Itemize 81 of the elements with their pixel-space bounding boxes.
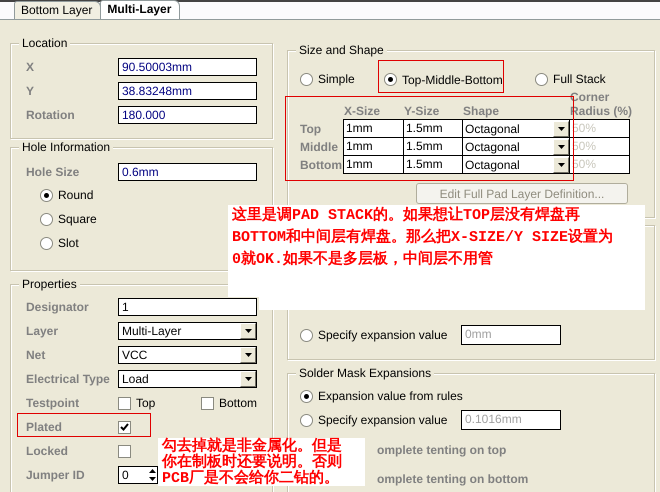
caret-icon [244,329,252,333]
dropdown-button[interactable] [240,371,256,387]
input-field[interactable]: 90.50003mm [118,58,257,76]
caret-icon [558,162,564,166]
field-label: Layer [26,324,60,338]
row-label: Top [300,121,322,137]
annotation-note: 勾去掉就是非金属化。但是 你在制板时还要说明。否则 PCB厂是不会给你二钻的。 [158,438,365,486]
field-label: X [26,60,36,74]
checkbox-label: omplete tenting on top [377,442,508,459]
radio-option[interactable]: Top-Middle-Bottom [384,72,503,88]
dropdown-button[interactable] [553,120,569,136]
field-label: Plated [26,420,64,434]
check-icon [120,423,129,431]
row-label: Middle [300,139,339,155]
checkbox[interactable] [118,396,131,410]
field-label: Electrical Type [26,372,111,386]
column-header: Y-Size [403,104,440,118]
dropdown-field[interactable]: Multi-Layer [118,322,257,340]
radio-option[interactable]: Full Stack [535,71,606,87]
input-field[interactable]: 0.6mm [118,163,257,181]
caret-icon [244,377,252,381]
field-label: Testpoint [26,396,80,410]
table-cell[interactable]: 1.5mm [403,155,462,173]
radio-button[interactable] [40,212,53,226]
annotation-note: 这里是调PAD STACK的。如果想让TOP层没有焊盘再 BOTTOM和中间层有焊盘。那么把X-SIZE/Y SIZE设置为 0就OK.如果不是多层板，中间层不用管 [228,205,645,297]
radio-button[interactable] [300,72,313,86]
radio-option[interactable]: Round [40,187,94,203]
radio-button[interactable] [40,236,53,250]
checkbox[interactable] [118,420,131,434]
dropdown-button[interactable] [553,138,569,154]
radio-button[interactable] [40,188,53,202]
radio-button[interactable] [384,73,397,86]
column-header: X-Size [343,104,382,118]
checkbox-label: Top [136,396,156,410]
spinner-field[interactable]: 0 [118,466,158,484]
field-label: Designator [26,300,90,314]
input-field[interactable]: 1 [118,298,257,316]
input-field[interactable]: 38.83248mm [118,82,257,100]
checkbox-label: omplete tenting on bottom [377,471,530,488]
input-field[interactable]: 180.000 [118,106,257,124]
field-label: Hole Size [26,165,80,179]
dropdown-field[interactable]: Octagonal [462,119,569,137]
caret-icon [558,126,564,130]
radio-option[interactable]: Square [40,211,97,227]
dropdown-field[interactable]: Load [118,370,257,388]
field-label: Rotation [26,108,76,122]
table-cell[interactable]: 1mm [343,137,403,155]
group-title: Properties [19,277,80,291]
row-label: Bottom [300,157,343,173]
field-label: Locked [26,444,70,458]
checkbox[interactable] [201,396,214,410]
group-title: Hole Information [19,140,114,154]
group-title: Size and Shape [296,43,387,57]
dropdown-button[interactable] [240,347,256,363]
radio-option[interactable]: Simple [300,71,355,87]
radio-button[interactable] [300,390,313,402]
table-cell[interactable]: 1mm [343,155,403,173]
group-title: Location [19,36,70,50]
radio-option[interactable]: Expansion value from rules [300,388,461,404]
field-label: Net [26,348,46,362]
column-header: Shape [462,104,500,118]
dropdown-button[interactable] [240,323,256,339]
radio-button[interactable] [535,72,548,86]
table-cell[interactable]: 1.5mm [403,119,462,137]
dropdown-field[interactable]: Octagonal [462,155,569,173]
dropdown-field[interactable]: VCC [118,346,257,364]
dropdown-button[interactable] [553,156,569,172]
caret-icon [558,144,564,148]
spinner-arrows-icon [148,467,157,483]
field-label: Jumper ID [26,468,86,482]
radio-option[interactable]: Slot [40,235,79,251]
table-cell[interactable]: 1.5mm [403,137,462,155]
checkbox-label: Bottom [219,396,258,410]
dropdown-field[interactable]: Octagonal [462,137,569,155]
field-label: Y [26,84,36,98]
checkbox[interactable] [118,444,131,458]
group-title: Solder Mask Expansions [296,366,434,380]
table-cell[interactable]: 1mm [343,119,403,137]
tab[interactable]: Multi-Layer [100,0,180,19]
tab[interactable]: Bottom Layer [14,1,102,19]
caret-icon [244,353,252,357]
